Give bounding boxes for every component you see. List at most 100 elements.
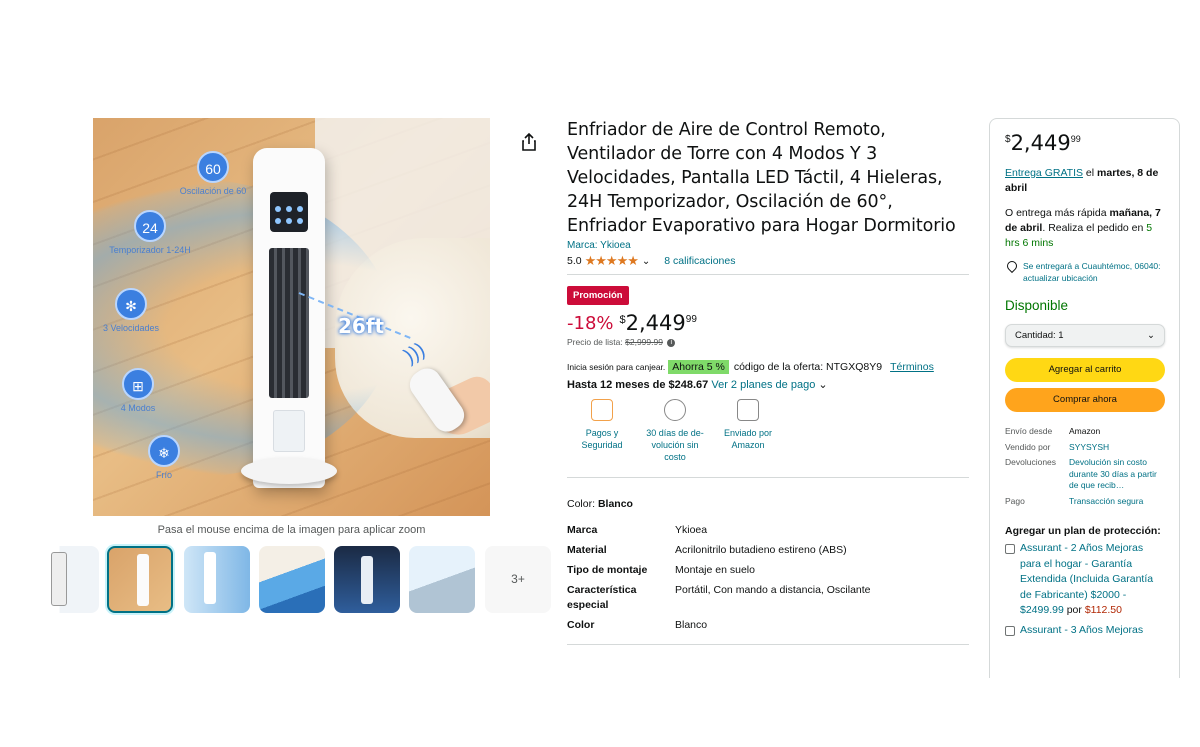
- spec-row: Material Acrilonitrilo butadieno estiren…: [567, 543, 969, 558]
- thumbnail-1[interactable]: [33, 546, 99, 613]
- spec-value: Portátil, Con mando a distancia, Oscilan…: [675, 584, 871, 596]
- promotion-badge: Promoción: [567, 286, 629, 305]
- thumbnail-2-selected[interactable]: [107, 546, 173, 613]
- badge-label: Enviado por Amazon: [723, 428, 773, 450]
- trust-badges: Pagos y Seguridad 30 días de de-volución…: [567, 399, 969, 478]
- more-images-button[interactable]: 3+: [485, 546, 551, 613]
- detail-key: Vendido por: [1005, 441, 1051, 452]
- rating-row: 5.0 ★★★★★ ⌄ 8 calificaciones: [567, 253, 969, 275]
- spec-row: Característica especial Portátil, Con ma…: [567, 583, 969, 613]
- protection-plan-label[interactable]: Assurant - 3 Años Mejoras: [1020, 623, 1143, 639]
- fan-grill: [269, 248, 309, 398]
- detail-key: Envío desde: [1005, 426, 1053, 436]
- thumbnail-3[interactable]: [184, 546, 250, 613]
- feature-oscillation: 60 Oscilación de 60: [168, 151, 258, 196]
- thumbnail-6[interactable]: [409, 546, 475, 613]
- badge-shipped-by-amazon[interactable]: Enviado por Amazon: [713, 399, 783, 463]
- chevron-down-icon[interactable]: ⌄: [818, 379, 827, 391]
- feature-timer: 24 Temporizador 1-24H: [105, 210, 195, 255]
- seller-link[interactable]: SYYSYSH: [1069, 442, 1165, 454]
- location-text[interactable]: Se entregará a Cuauhtémoc, 06040: actual…: [1023, 260, 1165, 284]
- color-value: Blanco: [597, 498, 633, 510]
- discount-percent: -18%: [567, 313, 614, 334]
- protection-plan-label[interactable]: Assurant - 2 Años Mejoras para el hogar …: [1020, 541, 1165, 619]
- ratings-count-link[interactable]: 8 calificaciones: [664, 255, 735, 267]
- thumbnail-4[interactable]: [259, 546, 325, 613]
- feature-label: 4 Modos: [120, 403, 156, 413]
- protection-plan-title: Agregar un plan de protección:: [1005, 525, 1161, 537]
- chevron-down-icon[interactable]: ⌄: [642, 256, 650, 267]
- badge-label: 30 días de de-volución sin costo: [646, 428, 704, 462]
- list-price-value: $2,999.99: [625, 337, 663, 347]
- feature-cold: ❄ Frío: [119, 435, 209, 480]
- fast-delivery-prefix: O entrega más rápida: [1005, 207, 1110, 219]
- feature-label: 3 Velocidades: [102, 323, 160, 333]
- lock-icon: [591, 399, 613, 421]
- payment-link[interactable]: Transacción segura: [1069, 496, 1165, 508]
- star-rating-icon[interactable]: ★★★★★: [585, 253, 639, 269]
- list-price-label: Precio de lista:: [567, 337, 623, 347]
- feature-label: Frío: [155, 470, 172, 480]
- color-selection: Color: Blanco: [567, 498, 969, 510]
- coupon-row: Inicia sesión para canjear. Ahorra 5 % c…: [567, 360, 969, 374]
- badge-label: Pagos y Seguridad: [581, 428, 623, 450]
- snowflake-icon: ❄: [148, 435, 180, 467]
- share-icon[interactable]: [520, 132, 538, 152]
- payment-plans-link[interactable]: Ver 2 planes de pago: [711, 379, 815, 391]
- detail-row: Devoluciones Devolución sin costo durant…: [1005, 457, 1165, 492]
- coupon-terms-link[interactable]: Términos: [890, 361, 934, 373]
- detail-row: Pago Transacción segura: [1005, 496, 1165, 508]
- spec-row: Marca Ykioea: [567, 523, 969, 538]
- buy-now-button[interactable]: Comprar ahora: [1005, 388, 1165, 412]
- returns-link[interactable]: Devolución sin costo durante 30 días a p…: [1069, 457, 1165, 492]
- delivery-location[interactable]: Se entregará a Cuauhtémoc, 06040: actual…: [1004, 258, 1165, 284]
- spec-row: Tipo de montaje Montaje en suelo: [567, 563, 969, 578]
- spec-row: Color Blanco: [567, 618, 969, 633]
- delivery-connector: el: [1083, 167, 1098, 179]
- main-product-image[interactable]: 60 Oscilación de 60 24 Temporizador 1-24…: [93, 118, 490, 516]
- feature-label: Temporizador 1-24H: [109, 245, 191, 255]
- badge-free-returns[interactable]: 30 días de de-volución sin costo: [640, 399, 710, 463]
- plan-por: por: [1063, 604, 1085, 616]
- distance-label: 26ft: [338, 314, 385, 338]
- feature-speeds: ✻ 3 Velocidades: [93, 288, 176, 333]
- return-icon: [664, 399, 686, 421]
- price-fraction: 99: [685, 314, 697, 325]
- protection-plan-option[interactable]: Assurant - 2 Años Mejoras para el hogar …: [1005, 541, 1165, 619]
- free-delivery-link[interactable]: Entrega GRATIS: [1005, 167, 1083, 179]
- buy-box: $ 2,449 99 Entrega GRATIS el martes, 8 d…: [989, 118, 1180, 678]
- modes-icon: ⊞: [122, 368, 154, 400]
- seller-details: Envío desde Amazon Vendido por SYYSYSH D…: [1005, 426, 1165, 507]
- water-tank: [273, 410, 305, 452]
- installments-row: Hasta 12 meses de $248.67 Ver 2 planes d…: [567, 378, 969, 391]
- spec-value: Montaje en suelo: [675, 564, 755, 576]
- thumbnail-5[interactable]: [334, 546, 400, 613]
- detail-row: Envío desde Amazon: [1005, 426, 1165, 438]
- quantity-value: Cantidad: 1: [1015, 330, 1064, 341]
- rating-value: 5.0: [567, 255, 582, 267]
- price-fraction: 99: [1070, 134, 1081, 144]
- detail-key: Devoluciones: [1005, 457, 1057, 467]
- badge-secure-payment[interactable]: Pagos y Seguridad: [567, 399, 637, 463]
- protection-checkbox[interactable]: [1005, 625, 1015, 636]
- detail-value: Amazon: [1069, 426, 1101, 436]
- fast-delivery-mid: . Realiza el pedido en: [1042, 222, 1147, 234]
- protection-plan-option[interactable]: Assurant - 3 Años Mejoras: [1005, 623, 1165, 639]
- feature-label: Oscilación de 60: [179, 186, 247, 196]
- truck-icon: [737, 399, 759, 421]
- spec-table: Marca Ykioea Material Acrilonitrilo buta…: [567, 523, 969, 645]
- tower-base: [241, 458, 337, 484]
- spec-value: Ykioea: [675, 524, 708, 536]
- oscillation-icon: 60: [197, 151, 229, 183]
- protection-checkbox[interactable]: [1005, 544, 1015, 554]
- tower-fan-image: [253, 148, 325, 488]
- fast-delivery-info: O entrega más rápida mañana, 7 de abril.…: [1005, 206, 1165, 251]
- spec-value: Acrilonitrilo butadieno estireno (ABS): [675, 544, 847, 556]
- info-icon[interactable]: i: [667, 338, 676, 347]
- spec-key: Color: [567, 619, 595, 631]
- quantity-select[interactable]: Cantidad: 1 ⌄: [1005, 324, 1165, 347]
- spec-key: Material: [567, 544, 607, 556]
- brand-link[interactable]: Marca: Ykioea: [567, 240, 969, 251]
- chevron-down-icon: ⌄: [1147, 330, 1155, 341]
- add-to-cart-button[interactable]: Agregar al carrito: [1005, 358, 1165, 382]
